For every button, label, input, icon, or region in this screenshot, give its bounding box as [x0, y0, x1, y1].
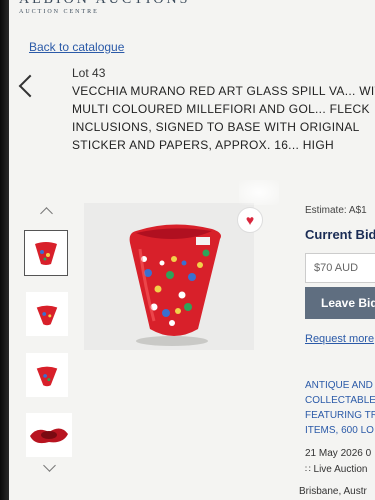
chevron-up-icon[interactable] — [40, 207, 53, 220]
app-screen: ALBION AUCTIONS AUCTION CENTRE Back to c… — [9, 0, 375, 500]
current-bid-label: Current Bid — [305, 227, 375, 242]
auction-date: 21 May 2026 0 — [305, 448, 372, 459]
bid-amount-value: $70 AUD — [314, 262, 359, 274]
bid-amount-field[interactable]: $70 AUD — [305, 253, 375, 283]
auction-house-logo[interactable]: ALBION AUCTIONS AUCTION CENTRE — [19, 0, 190, 15]
vase-thumb-image — [35, 242, 57, 265]
live-auction-text: Live Auction — [313, 464, 368, 475]
vase-top-view-thumb — [30, 428, 68, 444]
vase-image — [129, 224, 221, 346]
thumbnail-2[interactable] — [26, 292, 68, 336]
auction-location: Brisbane, Austr — [299, 486, 367, 497]
chevron-left-icon[interactable] — [18, 74, 42, 98]
heart-icon[interactable]: ♥ — [237, 207, 263, 233]
device-bezel — [0, 0, 9, 500]
auction-name-link[interactable]: ANTIQUE AND COLLECTABLE FEATURING TR ITE… — [305, 378, 375, 438]
request-more-link[interactable]: Request more — [305, 333, 374, 345]
live-auction-label: ∷ Live Auction — [305, 464, 367, 475]
lot-title: VECCHIA MURANO RED ART GLASS SPILL VA...… — [72, 84, 375, 152]
lot-number: Lot 43 — [72, 66, 106, 80]
back-to-catalogue-link[interactable]: Back to catalogue — [29, 40, 124, 54]
chevron-down-icon[interactable] — [43, 459, 56, 472]
leave-bid-button[interactable]: Leave Bid — [305, 287, 375, 319]
vase-thumb-image — [36, 366, 58, 387]
thumbnail-1[interactable] — [24, 230, 68, 276]
logo-subtitle: AUCTION CENTRE — [19, 9, 99, 15]
main-product-image[interactable] — [84, 203, 254, 350]
thumbnail-3[interactable] — [26, 353, 68, 397]
vase-thumb-image — [36, 305, 58, 326]
estimate-label: Estimate: A$1 — [305, 205, 367, 216]
screen-glare — [239, 180, 279, 205]
logo-name: ALBION AUCTIONS — [19, 0, 190, 8]
thumbnail-4[interactable] — [26, 413, 72, 457]
rss-icon: ∷ — [305, 464, 311, 474]
